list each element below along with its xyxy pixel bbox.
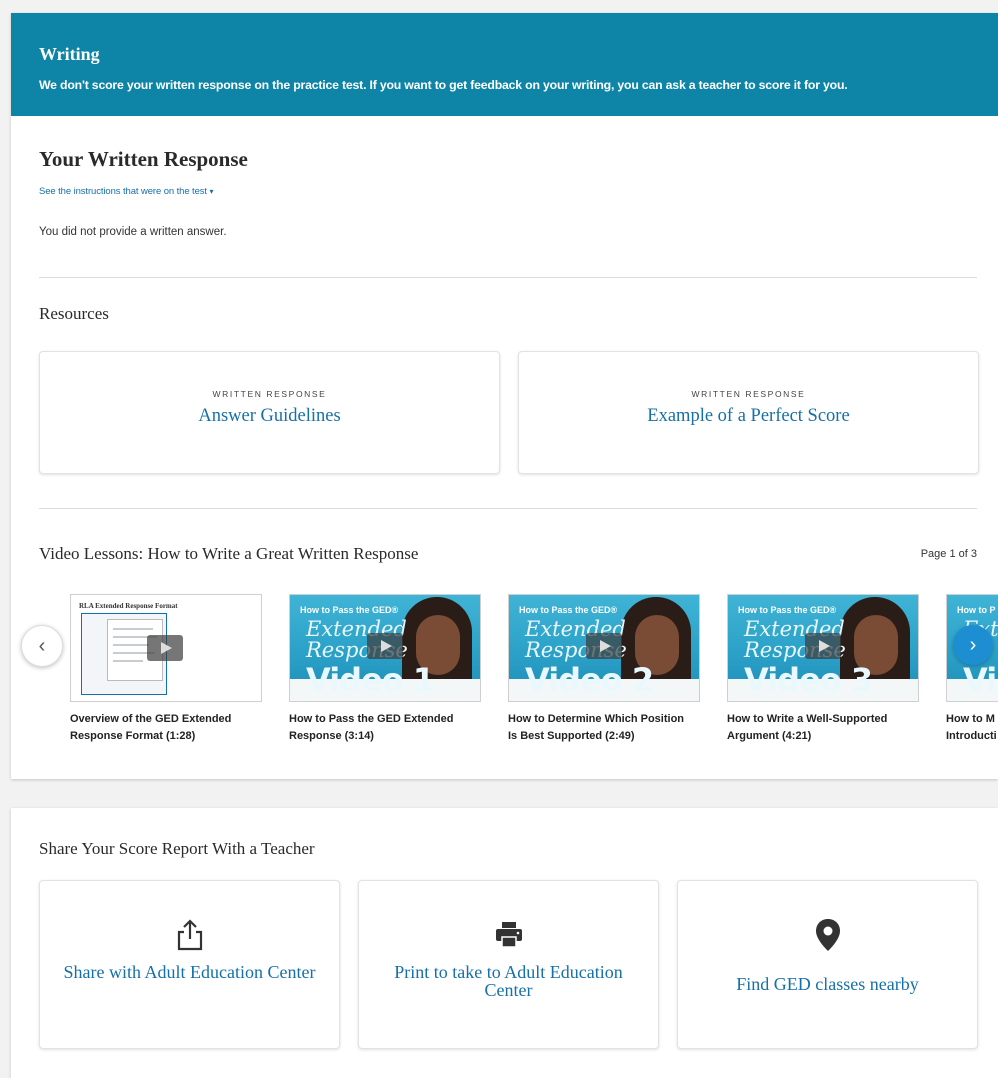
thumbnail-small-text: How to Pass the GED® <box>300 605 399 615</box>
thumbnail-title: RLA Extended Response Format <box>79 602 178 610</box>
play-icon[interactable] <box>147 635 183 661</box>
share-card-label[interactable]: Print to take to Adult Education Center <box>379 963 638 999</box>
share-card-section: Share Your Score Report With a Teacher S… <box>11 808 998 1078</box>
video-thumbnail[interactable]: How to Pass the GED® Extended Response V… <box>289 594 481 702</box>
resource-card-answer-guidelines[interactable]: WRITTEN RESPONSE Answer Guidelines <box>39 351 500 474</box>
video-item[interactable]: RLA Extended Response Format Overview of… <box>70 594 262 745</box>
share-card-label[interactable]: Find GED classes nearby <box>698 975 957 993</box>
video-thumbnail[interactable]: How to Pass the GED® Extended Response V… <box>508 594 700 702</box>
divider <box>39 277 977 278</box>
video-caption[interactable]: Overview of the GED Extended Response Fo… <box>70 711 255 745</box>
video-caption[interactable]: How to Determine Which Position Is Best … <box>508 711 693 745</box>
video-thumbnail[interactable]: RLA Extended Response Format <box>70 594 262 702</box>
share-heading: Share Your Score Report With a Teacher <box>39 839 315 858</box>
thumbnail-small-text: How to Pass the GED® <box>738 605 837 615</box>
chevron-right-icon: › <box>969 633 977 656</box>
play-icon[interactable] <box>805 633 841 659</box>
instructions-link[interactable]: See the instructions that were on the te… <box>39 186 214 197</box>
resource-kicker: WRITTEN RESPONSE <box>691 389 806 399</box>
writing-card: Writing We don't score your written resp… <box>11 13 998 779</box>
location-pin-icon <box>678 917 977 953</box>
thumbnail-small-text: How to Pass the GED® <box>519 605 618 615</box>
chevron-down-icon: ▾ <box>209 187 214 196</box>
video-thumbnail[interactable]: How to Pass the GED® Extended Response V… <box>727 594 919 702</box>
banner-text: We don't score your written response on … <box>39 78 848 92</box>
page-indicator: Page 1 of 3 <box>920 548 977 560</box>
video-caption[interactable]: How to M Introducti <box>946 711 998 745</box>
video-item[interactable]: How to Pass the GED® Extended Response V… <box>289 594 481 745</box>
video-item[interactable]: How to P Exte Vid How to M Introducti <box>946 594 998 745</box>
print-card[interactable]: Print to take to Adult Education Center <box>358 880 659 1049</box>
video-item[interactable]: How to Pass the GED® Extended Response V… <box>508 594 700 745</box>
resources-heading: Resources <box>39 304 109 323</box>
print-icon <box>359 917 658 953</box>
share-with-center-card[interactable]: Share with Adult Education Center <box>39 880 340 1049</box>
resource-link[interactable]: Example of a Perfect Score <box>519 406 978 427</box>
resource-kicker: WRITTEN RESPONSE <box>212 389 327 399</box>
carousel-prev-button[interactable]: ‹ <box>21 625 63 667</box>
play-icon[interactable] <box>367 633 403 659</box>
carousel-next-button[interactable]: › <box>953 625 993 665</box>
share-card-label[interactable]: Share with Adult Education Center <box>60 963 319 981</box>
find-classes-card[interactable]: Find GED classes nearby <box>677 880 978 1049</box>
banner-title: Writing <box>39 44 100 64</box>
video-carousel: RLA Extended Response Format Overview of… <box>11 589 998 759</box>
play-icon[interactable] <box>586 633 622 659</box>
video-item[interactable]: How to Pass the GED® Extended Response V… <box>727 594 919 745</box>
written-response-heading: Your Written Response <box>39 147 248 171</box>
chevron-left-icon: ‹ <box>38 634 46 657</box>
video-caption[interactable]: How to Pass the GED Extended Response (3… <box>289 711 474 745</box>
share-icon <box>40 917 339 953</box>
thumbnail-video-label: Video 2 <box>525 661 654 699</box>
instructions-link-label: See the instructions that were on the te… <box>39 186 207 197</box>
thumbnail-video-label: Video 3 <box>744 661 873 699</box>
resource-card-perfect-score[interactable]: WRITTEN RESPONSE Example of a Perfect Sc… <box>518 351 979 474</box>
thumbnail-small-text: How to P <box>957 605 996 615</box>
no-answer-text: You did not provide a written answer. <box>39 226 227 238</box>
video-lessons-heading: Video Lessons: How to Write a Great Writ… <box>39 544 419 563</box>
thumbnail-video-label: Video 1 <box>306 661 435 699</box>
resource-link[interactable]: Answer Guidelines <box>40 406 499 427</box>
writing-banner: Writing We don't score your written resp… <box>11 13 998 116</box>
video-caption[interactable]: How to Write a Well-Supported Argument (… <box>727 711 912 745</box>
divider <box>39 508 977 509</box>
thumbnail-video-label: Vid <box>963 661 998 699</box>
